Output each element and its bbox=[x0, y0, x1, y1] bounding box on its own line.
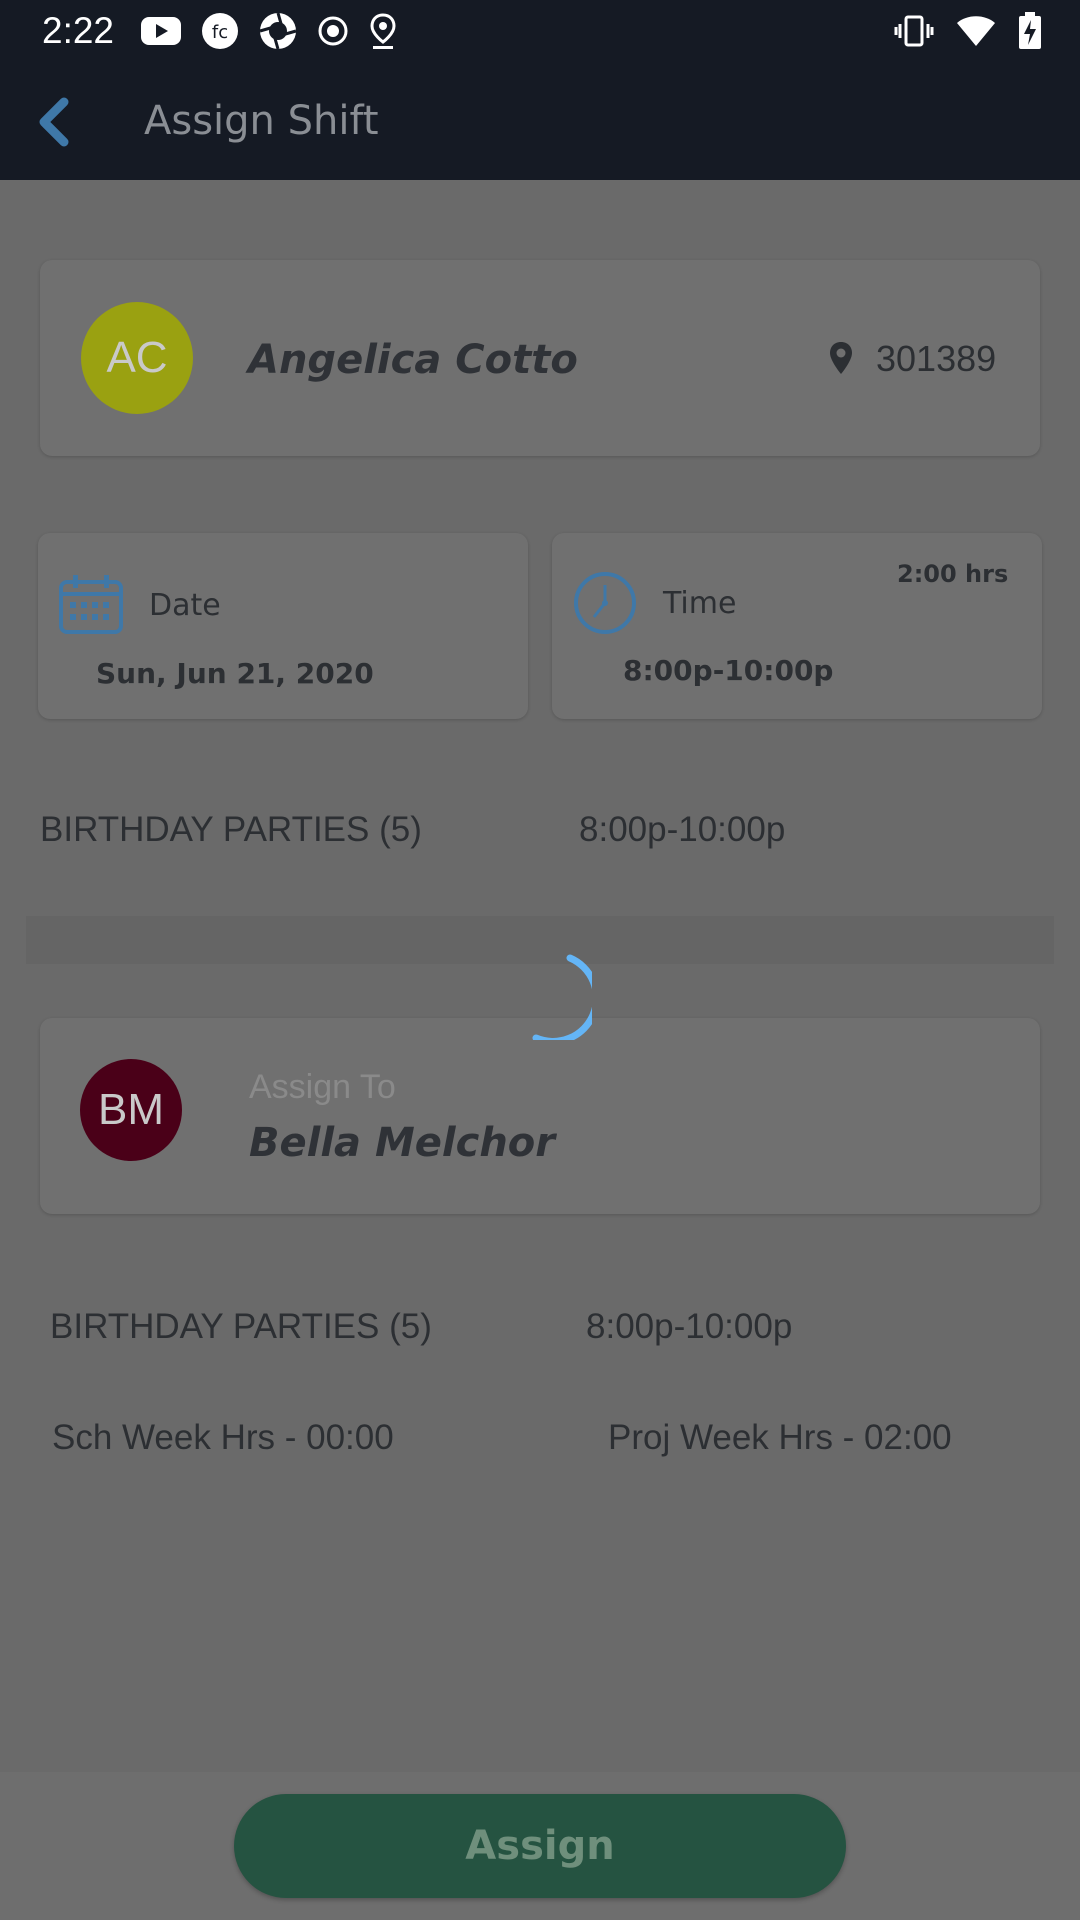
back-arrow-icon[interactable] bbox=[30, 94, 80, 150]
date-label: Date bbox=[149, 588, 221, 623]
app-bar: Assign Shift bbox=[0, 62, 1080, 180]
date-value: Sun, Jun 21, 2020 bbox=[96, 657, 374, 690]
sch-week-hrs: Sch Week Hrs - 00:00 bbox=[52, 1418, 394, 1457]
shutter-app-icon bbox=[259, 12, 297, 50]
assignee-position: BIRTHDAY PARTIES (5) bbox=[50, 1307, 432, 1346]
notification-icons: fc bbox=[140, 10, 398, 52]
battery-charging-icon bbox=[1019, 12, 1041, 49]
loading-spinner-icon bbox=[532, 954, 592, 1040]
assignee-card[interactable] bbox=[40, 1018, 1040, 1214]
time-value: 8:00p-10:00p bbox=[623, 654, 834, 687]
proj-week-hrs: Proj Week Hrs - 02:00 bbox=[608, 1418, 952, 1457]
system-icons bbox=[894, 10, 1042, 52]
youtube-icon bbox=[141, 17, 181, 45]
fc-app-icon: fc bbox=[202, 13, 238, 49]
assignee-time: 8:00p-10:00p bbox=[586, 1307, 793, 1346]
shift-position: BIRTHDAY PARTIES (5) bbox=[40, 810, 422, 849]
record-icon bbox=[318, 16, 348, 46]
svg-text:fc: fc bbox=[212, 22, 228, 43]
time-duration: 2:00 hrs bbox=[897, 560, 1009, 588]
assign-to-label: Assign To bbox=[249, 1068, 396, 1106]
status-bar: 2:22 fc bbox=[0, 0, 1080, 62]
status-time: 2:22 bbox=[42, 10, 115, 51]
time-label: Time bbox=[663, 586, 737, 621]
location-code: 301389 bbox=[876, 338, 997, 379]
clock-icon bbox=[574, 572, 636, 634]
assign-button[interactable]: Assign bbox=[234, 1794, 846, 1898]
calendar-icon bbox=[59, 575, 123, 634]
shift-time: 8:00p-10:00p bbox=[579, 810, 786, 849]
avatar: AC bbox=[81, 302, 193, 414]
location-marker-icon bbox=[830, 342, 852, 374]
page-title: Assign Shift bbox=[144, 98, 379, 144]
assignee-avatar: BM bbox=[80, 1059, 182, 1161]
employee-name: Angelica Cotto bbox=[248, 337, 578, 383]
vibrate-icon bbox=[894, 15, 934, 47]
location-pin-icon bbox=[370, 13, 396, 49]
assignee-name: Bella Melchor bbox=[249, 1120, 555, 1166]
wifi-icon bbox=[957, 16, 995, 46]
